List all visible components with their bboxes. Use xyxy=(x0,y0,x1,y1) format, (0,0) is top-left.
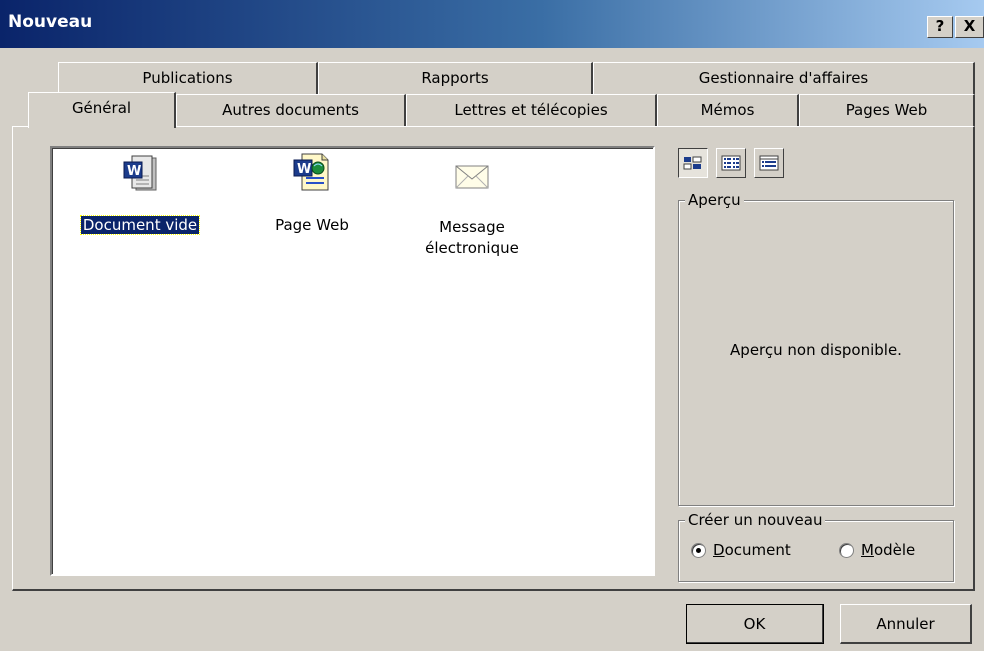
window-title: Nouveau xyxy=(8,12,93,32)
preview-message: Aperçu non disponible. xyxy=(730,341,902,359)
template-radio-label: Modèle xyxy=(861,541,916,559)
help-button[interactable]: ? xyxy=(927,16,953,38)
list-icon xyxy=(721,155,741,171)
template-label: Page Web xyxy=(275,216,349,234)
large-icons-view-button[interactable] xyxy=(678,148,708,178)
details-icon xyxy=(759,155,779,171)
tab-pages-web[interactable]: Pages Web xyxy=(799,94,975,126)
word-document-icon: W xyxy=(122,154,158,198)
details-view-button[interactable] xyxy=(754,148,784,178)
template-label-line2: électronique xyxy=(425,239,519,257)
create-new-legend: Créer un nouveau xyxy=(685,511,826,529)
cancel-button[interactable]: Annuler xyxy=(840,604,972,644)
word-web-page-icon: W xyxy=(292,152,332,198)
template-radio[interactable] xyxy=(839,542,854,558)
template-message-electronique[interactable]: Message électronique xyxy=(402,150,542,260)
large-icons-icon xyxy=(683,156,702,170)
close-button[interactable]: X xyxy=(955,16,984,38)
svg-text:W: W xyxy=(297,162,311,177)
svg-text:W: W xyxy=(127,164,141,179)
preview-group: Aperçu Aperçu non disponible. xyxy=(678,191,954,506)
document-radio-label: Document xyxy=(713,541,791,559)
tab-autres-documents[interactable]: Autres documents xyxy=(176,94,406,126)
tab-gestionnaire-affaires[interactable]: Gestionnaire d'affaires xyxy=(593,62,975,94)
tab-publications[interactable]: Publications xyxy=(58,62,318,94)
document-radio[interactable] xyxy=(691,542,706,558)
template-list[interactable]: W Document vide W Page Web Message élect… xyxy=(50,146,655,576)
template-radio-option[interactable]: Modèle xyxy=(839,541,915,559)
tab-rapports[interactable]: Rapports xyxy=(318,62,593,94)
title-bar: Nouveau ? X xyxy=(0,0,984,48)
preview-legend: Aperçu xyxy=(685,191,744,209)
template-label: Document vide xyxy=(79,215,201,235)
create-new-group: Créer un nouveau Document Modèle xyxy=(678,511,954,582)
tab-general[interactable]: Général xyxy=(28,92,176,128)
ok-button[interactable]: OK xyxy=(686,604,824,644)
template-document-vide[interactable]: W Document vide xyxy=(70,150,210,240)
template-label-line1: Message xyxy=(439,218,505,236)
list-view-button[interactable] xyxy=(716,148,746,178)
tab-lettres-telecopies[interactable]: Lettres et télécopies xyxy=(406,94,657,126)
tab-memos[interactable]: Mémos xyxy=(657,94,799,126)
template-page-web[interactable]: W Page Web xyxy=(252,150,372,240)
email-envelope-icon xyxy=(454,164,490,196)
document-radio-option[interactable]: Document xyxy=(691,541,791,559)
